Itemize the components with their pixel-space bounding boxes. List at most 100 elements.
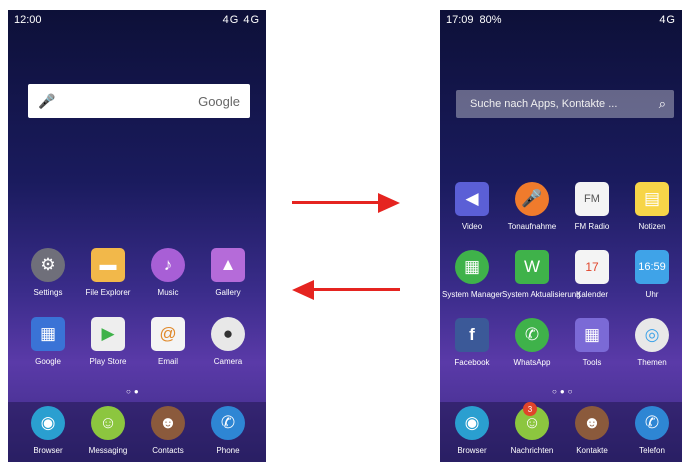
facebook-icon: f [455, 318, 489, 352]
notes-icon: ▤ [635, 182, 669, 216]
messaging-icon: ☺ [91, 406, 125, 440]
browser-icon: ◉ [31, 406, 65, 440]
arrow-right [292, 193, 402, 213]
calendar-icon: 17 [575, 250, 609, 284]
page-indicator: ○●○ [552, 387, 576, 396]
app-uhr[interactable]: 16:59 Uhr [622, 250, 682, 299]
music-icon: ♪ [151, 248, 185, 282]
app-fm-radio[interactable]: FM FM Radio [562, 182, 622, 231]
recorder-icon: 🎤 [515, 182, 549, 216]
app-google[interactable]: ▦ Google [18, 317, 78, 366]
app-label: Google [35, 357, 61, 366]
phone-icon: ✆ [635, 406, 669, 440]
dock-telefon[interactable]: ✆ Telefon [622, 406, 682, 455]
search-icon[interactable]: ⌕ [659, 96, 666, 112]
arrow-head [378, 193, 400, 213]
app-notizen[interactable]: ▤ Notizen [622, 182, 682, 231]
status-time: 12:00 [14, 14, 42, 26]
app-label: Messaging [88, 446, 128, 455]
browser-icon: ◉ [455, 406, 489, 440]
search-bar[interactable]: 🎤 Google [28, 84, 250, 118]
app-video[interactable]: ◀ Video [442, 182, 502, 231]
app-play-store[interactable]: ▶ Play Store [78, 317, 138, 366]
app-label: Browser [457, 446, 487, 455]
app-label: Music [157, 288, 179, 297]
app-label: Uhr [645, 290, 659, 299]
video-icon: ◀ [455, 182, 489, 216]
contacts-icon: ☻ [151, 406, 185, 440]
app-tools[interactable]: ▦ Tools [562, 318, 622, 367]
app-settings[interactable]: ⚙ Settings [18, 248, 78, 297]
app-whatsapp[interactable]: ✆ WhatsApp [502, 318, 562, 367]
app-label: Video [461, 222, 483, 231]
arrow-left [292, 280, 402, 300]
app-label: Tonaufnahme [507, 222, 557, 231]
app-system-aktualisierung[interactable]: W System Aktualisierung [502, 250, 581, 299]
search-bar[interactable]: Suche nach Apps, Kontakte ... ⌕ [456, 90, 674, 118]
app-label: Nachrichten [510, 446, 554, 455]
app-label: Kontakte [576, 446, 608, 455]
whatsapp-icon: ✆ [515, 318, 549, 352]
app-label: System Manager [442, 290, 503, 299]
google-folder-icon: ▦ [31, 317, 65, 351]
play-store-icon: ▶ [91, 317, 125, 351]
app-label: Facebook [454, 358, 490, 367]
mic-icon[interactable]: 🎤 [38, 93, 55, 110]
left-phone-screen: 12:00 4G 4G 🎤 Google ⚙ Settings ▬ File E… [8, 10, 266, 462]
app-gallery[interactable]: ▲ Gallery [198, 248, 258, 297]
app-label: Tools [582, 358, 602, 367]
app-label: Gallery [215, 288, 241, 297]
app-kalender[interactable]: 17 Kalender [562, 250, 622, 299]
clock-icon: 16:59 [635, 250, 669, 284]
app-label: Phone [216, 446, 240, 455]
app-tonaufnahme[interactable]: 🎤 Tonaufnahme [502, 182, 562, 231]
search-placeholder: Suche nach Apps, Kontakte ... [470, 98, 618, 110]
dock: ◉ Browser ☺ 3 Nachrichten ☻ Kontakte ✆ T… [440, 402, 682, 462]
app-system-manager[interactable]: ▦ System Manager [442, 250, 502, 299]
app-file-explorer[interactable]: ▬ File Explorer [78, 248, 138, 297]
status-network: 4G 4G [222, 14, 260, 26]
arrow-head [292, 280, 314, 300]
gear-icon: ⚙ [31, 248, 65, 282]
dock-nachrichten[interactable]: ☺ 3 Nachrichten [502, 402, 562, 455]
camera-icon: ● [211, 317, 245, 351]
dock-browser[interactable]: ◉ Browser [442, 406, 502, 455]
radio-icon: FM [575, 182, 609, 216]
app-label: System Aktualisierung [502, 290, 581, 299]
app-label: Notizen [638, 222, 666, 231]
app-label: Play Store [89, 357, 127, 366]
dock-messaging[interactable]: ☺ Messaging [78, 406, 138, 455]
tools-folder-icon: ▦ [575, 318, 609, 352]
system-manager-icon: ▦ [455, 250, 489, 284]
email-icon: @ [151, 317, 185, 351]
dock-browser[interactable]: ◉ Browser [18, 406, 78, 455]
app-label: Themen [637, 358, 667, 367]
app-label: Camera [213, 357, 243, 366]
app-themen[interactable]: ◎ Themen [622, 318, 682, 367]
app-camera[interactable]: ● Camera [198, 317, 258, 366]
phone-icon: ✆ [211, 406, 245, 440]
app-label: Email [157, 357, 178, 366]
dock-contacts[interactable]: ☻ Contacts [138, 406, 198, 455]
app-music[interactable]: ♪ Music [138, 248, 198, 297]
page-indicator: ○● [126, 387, 142, 396]
folder-icon: ▬ [91, 248, 125, 282]
dock-phone[interactable]: ✆ Phone [198, 406, 258, 455]
contacts-icon: ☻ [575, 406, 609, 440]
app-label: File Explorer [85, 288, 131, 297]
system-update-icon: W [515, 250, 549, 284]
arrow-shaft [312, 288, 400, 291]
app-label: Browser [33, 446, 63, 455]
app-facebook[interactable]: f Facebook [442, 318, 502, 367]
app-email[interactable]: @ Email [138, 317, 198, 366]
right-phone-screen: 17:09 80% 4G Suche nach Apps, Kontakte .… [440, 10, 682, 462]
status-bar: 17:09 80% 4G [440, 10, 682, 30]
gallery-icon: ▲ [211, 248, 245, 282]
search-placeholder: Google [198, 93, 240, 109]
dock-kontakte[interactable]: ☻ Kontakte [562, 406, 622, 455]
app-label: WhatsApp [513, 358, 551, 367]
notification-badge: 3 [523, 402, 537, 416]
status-time: 17:09 [446, 14, 474, 26]
app-label: FM Radio [574, 222, 610, 231]
app-label: Settings [33, 288, 63, 297]
